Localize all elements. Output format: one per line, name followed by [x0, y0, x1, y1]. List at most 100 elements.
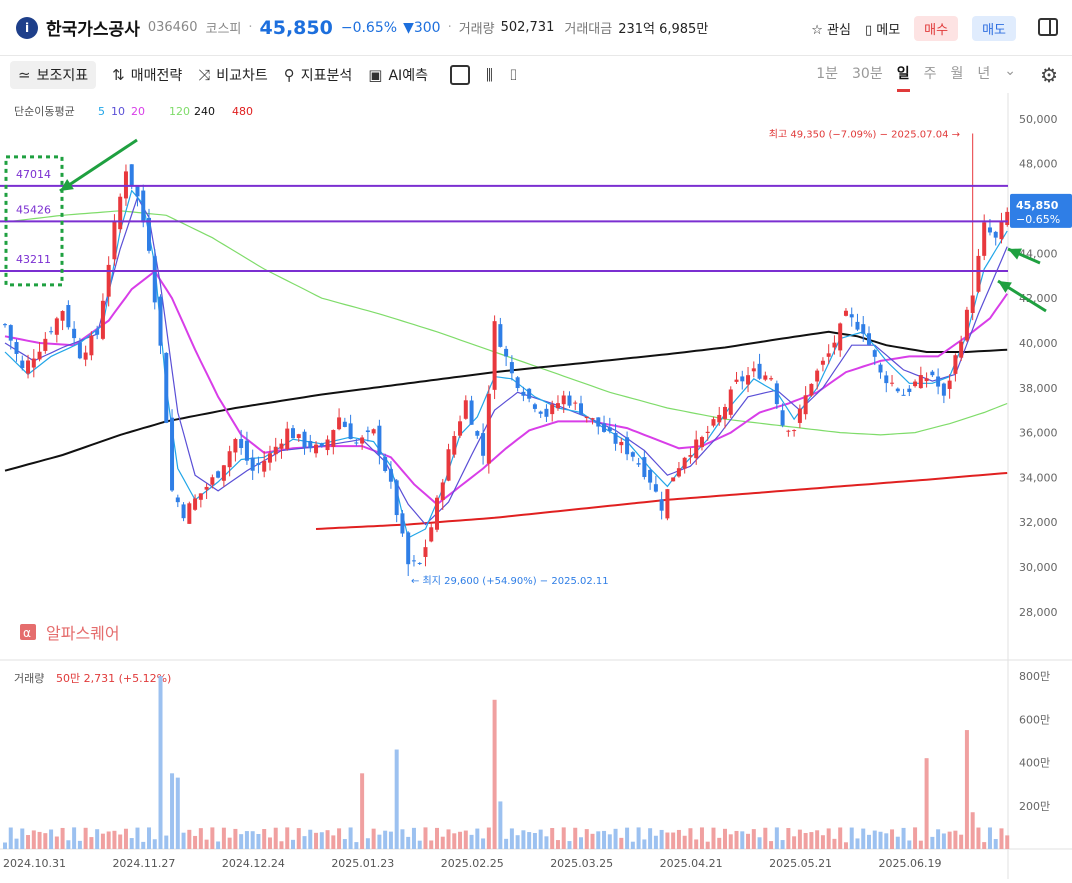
volume-bar: [826, 828, 831, 849]
volume-bar: [717, 837, 722, 849]
amount-label: 거래대금: [564, 22, 613, 37]
candle-body: [319, 443, 324, 447]
period-week[interactable]: 주: [924, 63, 937, 92]
period-30min[interactable]: 30분: [852, 63, 883, 92]
candle-body: [538, 411, 543, 414]
volume-bar: [630, 841, 635, 849]
volume-bar: [636, 827, 641, 849]
volume-bar: [463, 830, 468, 849]
volume-bar: [112, 830, 117, 849]
high-annotation: 최고 49,350 (−7.09%) − 2025.07.04 →: [769, 128, 960, 140]
volume-bar: [440, 836, 445, 849]
volume-bar: [244, 831, 249, 849]
candle-body: [907, 388, 912, 392]
current-price-change: −0.65%: [1016, 213, 1060, 226]
gear-icon[interactable]: ⚙: [1040, 63, 1058, 87]
candle-body: [296, 434, 301, 438]
candle-body: [567, 395, 572, 406]
volume-bar: [682, 835, 687, 849]
volume-bar: [239, 834, 244, 849]
volume-bar: [913, 827, 918, 849]
legend-period-480: 480: [232, 105, 253, 118]
candle-body: [406, 532, 411, 565]
volume-bar: [694, 839, 699, 849]
candle-body: [152, 256, 157, 303]
tool-indicator-button[interactable]: ≃ 보조지표: [10, 61, 97, 89]
volume-bar: [711, 827, 716, 849]
candle-body: [239, 439, 244, 448]
candle-body: [797, 408, 802, 423]
volume-bar: [164, 835, 169, 849]
volume-bar: [486, 827, 491, 849]
screenshot-button[interactable]: ⌷: [509, 66, 518, 84]
volume-bar: [170, 773, 175, 849]
watchlist-button[interactable]: ☆ 관심: [811, 19, 851, 38]
volume-bar: [291, 839, 295, 849]
legend-title: 단순이동평균: [14, 105, 75, 118]
chevron-down-icon[interactable]: ⌄: [1004, 63, 1016, 92]
candle-body: [913, 381, 918, 387]
candle-body: [342, 421, 347, 427]
candle-body: [884, 375, 889, 384]
period-month[interactable]: 월: [950, 63, 963, 92]
volume-bar: [515, 835, 520, 849]
volume-bar: [400, 829, 405, 849]
volume-bar: [573, 827, 578, 849]
volume-bar: [936, 829, 941, 849]
draw-rect-icon[interactable]: [449, 65, 470, 85]
candle-body: [930, 371, 935, 376]
volume-bar: [532, 832, 537, 849]
sell-button[interactable]: 매도: [972, 16, 1016, 41]
volume-bar: [337, 828, 342, 849]
candle-body: [959, 341, 964, 358]
volume-bar: [216, 841, 221, 849]
y-tick-label: 50,000: [1019, 113, 1058, 126]
volume-bar: [475, 828, 480, 849]
volume-bar: [521, 830, 526, 849]
candle-type-button[interactable]: ⫼: [486, 66, 493, 84]
volume-bar: [83, 827, 88, 849]
ma-line-ma20: [4, 269, 1009, 506]
candle-body: [43, 338, 48, 351]
candle-body: [394, 480, 399, 516]
volume-bar: [924, 758, 929, 849]
indicator-icon: ≃: [18, 66, 31, 84]
candle-body: [267, 453, 272, 463]
candle-body: [8, 325, 13, 341]
volume-bar: [204, 839, 209, 849]
volume-bar: [976, 827, 981, 849]
candle-body: [216, 471, 221, 478]
candle-body: [699, 437, 704, 448]
volume-bar: [671, 832, 676, 849]
candle-body: [49, 331, 54, 333]
stock-header: i 한국가스공사 036460 코스피 · 45,850 −0.65% ▼300…: [0, 0, 1072, 56]
tool-strategy-button[interactable]: ⇅ 매매전략: [112, 65, 182, 85]
stock-chart[interactable]: 단순이동평균5102012024048050,00048,00046,00044…: [0, 93, 1072, 883]
candle-body: [815, 370, 820, 382]
tool-compare-button[interactable]: ⤨ 비교차트: [198, 65, 268, 85]
volume-bar: [561, 827, 566, 849]
volume-bar: [774, 827, 779, 849]
volume-bar: [250, 831, 255, 849]
side-panel-icon[interactable]: [1038, 18, 1058, 36]
tool-analysis-button[interactable]: ⚲ 지표분석: [284, 65, 353, 85]
buy-button[interactable]: 매수: [914, 16, 959, 41]
candle-body: [1005, 211, 1010, 226]
volume-bar: [884, 833, 889, 849]
volume-bar: [607, 834, 612, 849]
period-1min[interactable]: 1분: [816, 63, 838, 92]
volume-bar: [285, 827, 290, 849]
volume-bar: [181, 832, 186, 849]
period-year[interactable]: 년: [977, 63, 990, 92]
period-day[interactable]: 일: [896, 63, 910, 92]
tool-label: 보조지표: [36, 68, 89, 84]
volume-bar: [118, 834, 123, 849]
candle-body: [83, 352, 88, 360]
ai-chip-icon: ▣: [368, 66, 383, 84]
amount-value: 231억 6,985만: [618, 22, 709, 37]
memo-button[interactable]: ▯ 메모: [865, 19, 900, 38]
candle-body: [37, 351, 42, 360]
tool-ai-button[interactable]: ▣ AI예측: [368, 65, 428, 85]
volume-bar: [820, 835, 825, 849]
volume-bar: [659, 829, 664, 849]
